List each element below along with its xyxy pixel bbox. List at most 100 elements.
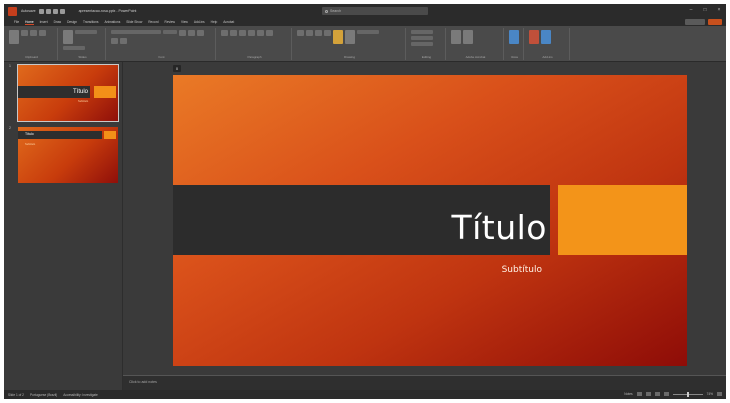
format-painter-icon[interactable] — [39, 30, 46, 36]
search-box[interactable]: Search — [322, 7, 428, 15]
slideshow-icon[interactable] — [663, 392, 669, 396]
ribbon-group-adobe-acrobat: Adobe Acrobat — [448, 28, 504, 60]
add-ins-icon[interactable] — [529, 30, 539, 44]
paste-icon[interactable] — [9, 30, 19, 44]
shape-line-icon[interactable] — [315, 30, 322, 36]
accessibility-indicator[interactable]: Accessibility: Investigate — [63, 393, 98, 397]
shape-arrow-icon[interactable] — [324, 30, 331, 36]
shape-fill-button[interactable] — [357, 30, 379, 34]
font-color-icon[interactable] — [120, 38, 127, 44]
slide-title[interactable]: Título — [451, 211, 547, 244]
tab-transitions[interactable]: Transitions — [83, 20, 98, 24]
ribbon-group-label: Slides — [78, 55, 87, 59]
bullets-icon[interactable] — [221, 30, 228, 36]
ribbon: Clipboard Slides Font Paragraph Drawing … — [4, 26, 726, 62]
slide-thumbnail-2[interactable]: Título Subtítulo — [18, 127, 118, 183]
zoom-slider[interactable] — [672, 391, 703, 397]
reading-view-icon[interactable] — [654, 392, 660, 396]
window-controls: – □ × — [688, 7, 722, 13]
normal-view-icon[interactable] — [636, 392, 642, 396]
slide-thumbnail-1[interactable]: Título Subtítulo — [17, 64, 119, 122]
tab-draw[interactable]: Draw — [54, 20, 61, 24]
align-left-icon[interactable] — [248, 30, 255, 36]
slide-sorter-icon[interactable] — [645, 392, 651, 396]
italic-icon[interactable] — [188, 30, 195, 36]
current-slide[interactable]: Título Subtítulo — [173, 75, 687, 366]
fit-to-window-icon[interactable] — [717, 392, 722, 396]
underline-icon[interactable] — [197, 30, 204, 36]
tab-review[interactable]: Review — [165, 20, 175, 24]
tab-view[interactable]: View — [181, 20, 188, 24]
align-center-icon[interactable] — [257, 30, 264, 36]
notes-placeholder: Click to add notes — [129, 380, 157, 384]
tab-file[interactable]: File — [14, 20, 19, 24]
dictate-icon[interactable] — [509, 30, 519, 44]
language-indicator[interactable]: Portuguese (Brazil) — [30, 393, 57, 397]
shape-oval-icon[interactable] — [306, 30, 313, 36]
ribbon-group-clipboard: Clipboard — [6, 28, 58, 60]
strikethrough-icon[interactable] — [111, 38, 118, 44]
tab-acrobat[interactable]: Acrobat — [223, 20, 234, 24]
status-bar: Slide 1 of 2 Portuguese (Brazil) Accessi… — [4, 390, 726, 399]
customize-icon[interactable] — [59, 8, 65, 14]
tabs-right-actions — [685, 19, 722, 25]
minimize-icon[interactable]: – — [688, 7, 694, 13]
font-size-select[interactable] — [163, 30, 177, 34]
redo-icon[interactable] — [52, 8, 58, 14]
zoom-slider-handle[interactable] — [686, 391, 689, 397]
ribbon-group-label: Font — [158, 55, 165, 59]
ribbon-group-slides: Slides — [60, 28, 106, 60]
thumbnail-subtitle: Subtítulo — [25, 143, 36, 146]
tab-slide-show[interactable]: Slide Show — [126, 20, 142, 24]
tab-add-ins[interactable]: Add-ins — [194, 20, 205, 24]
ribbon-tabs: File Home Insert Draw Design Transitions… — [4, 18, 726, 26]
tab-animations[interactable]: Animations — [105, 20, 121, 24]
slide-editing-area: 0 Título Subtítulo — [123, 62, 726, 374]
replace-button[interactable] — [411, 36, 433, 40]
accent-block — [558, 185, 687, 255]
select-button[interactable] — [411, 42, 433, 46]
thumbnail-title: Título — [25, 132, 34, 136]
copy-icon[interactable] — [30, 30, 37, 36]
bold-icon[interactable] — [179, 30, 186, 36]
maximize-icon[interactable]: □ — [702, 7, 708, 13]
tab-design[interactable]: Design — [67, 20, 77, 24]
indent-icon[interactable] — [239, 30, 246, 36]
section-marker[interactable]: 0 — [173, 65, 181, 72]
new-slide-icon[interactable] — [63, 30, 73, 44]
share-pdf-icon[interactable] — [463, 30, 473, 44]
close-icon[interactable]: × — [716, 7, 722, 13]
tab-insert[interactable]: Insert — [40, 20, 48, 24]
cut-icon[interactable] — [21, 30, 28, 36]
font-family-select[interactable] — [111, 30, 161, 34]
find-button[interactable] — [411, 30, 433, 34]
layout-button[interactable] — [75, 30, 97, 34]
undo-icon[interactable] — [45, 8, 51, 14]
ribbon-group-font: Font — [108, 28, 216, 60]
notes-pane[interactable]: Click to add notes — [123, 375, 726, 390]
share-button[interactable] — [708, 19, 722, 25]
numbering-icon[interactable] — [230, 30, 237, 36]
zoom-level[interactable]: 74% — [707, 392, 713, 396]
tab-home[interactable]: Home — [25, 20, 34, 25]
designer-icon[interactable] — [541, 30, 551, 44]
thumbnail-number: 1 — [9, 64, 11, 68]
slide-subtitle[interactable]: Subtítulo — [502, 265, 542, 275]
thumbnail-accent — [104, 131, 116, 139]
tab-record[interactable]: Record — [148, 20, 158, 24]
ribbon-group-label: Voice — [510, 55, 519, 59]
tab-help[interactable]: Help — [211, 20, 218, 24]
comments-button[interactable] — [685, 19, 705, 25]
reset-button[interactable] — [63, 46, 85, 50]
autosave-label[interactable]: Autosave — [21, 9, 36, 13]
save-icon[interactable] — [38, 8, 44, 14]
ribbon-group-label: Editing — [421, 55, 432, 59]
arrange-icon[interactable] — [333, 30, 343, 44]
powerpoint-logo-icon — [8, 6, 17, 16]
align-right-icon[interactable] — [266, 30, 273, 36]
quick-styles-icon[interactable] — [345, 30, 355, 44]
notes-toggle[interactable]: Notes — [624, 392, 632, 396]
create-pdf-icon[interactable] — [451, 30, 461, 44]
shape-rectangle-icon[interactable] — [297, 30, 304, 36]
slide-counter: Slide 1 of 2 — [8, 392, 24, 397]
